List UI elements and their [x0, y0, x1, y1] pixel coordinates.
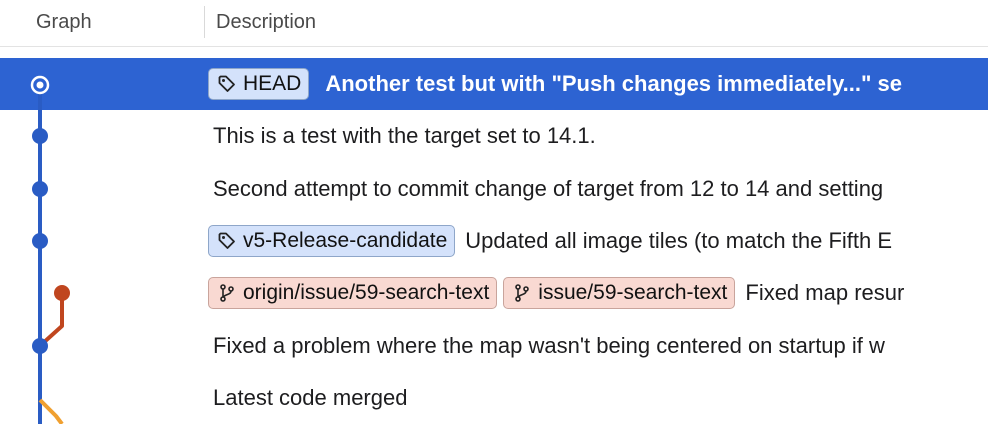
commit-row[interactable]: Fixed a problem where the map wasn't bei…: [0, 319, 988, 371]
commit-message: Updated all image tiles (to match the Fi…: [465, 228, 893, 254]
commit-message: This is a test with the target set to 14…: [213, 123, 596, 149]
column-header: Graph Description: [0, 0, 988, 47]
commit-message: Another test but with "Push changes imme…: [325, 71, 903, 97]
commit-row[interactable]: This is a test with the target set to 14…: [0, 110, 988, 162]
commit-description: Second attempt to commit change of targe…: [208, 163, 883, 215]
tag-badge[interactable]: HEAD: [208, 68, 310, 101]
graph-column-header[interactable]: Graph: [36, 11, 92, 34]
tag-label: v5-Release-candidate: [243, 229, 448, 253]
commit-message: Fixed map resur: [745, 280, 905, 306]
commit-message: Latest code merged: [213, 384, 408, 410]
commit-message: Second attempt to commit change of targe…: [213, 175, 884, 201]
tag-icon: [217, 74, 237, 94]
description-column-header[interactable]: Description: [216, 11, 316, 34]
commit-row[interactable]: v5-Release-candidate Updated all image t…: [0, 215, 988, 267]
commit-row[interactable]: Second attempt to commit change of targe…: [0, 163, 988, 215]
commit-row[interactable]: HEAD Another test but with "Push changes…: [0, 58, 988, 111]
commit-description: origin/issue/59-search-text issue/59-sea…: [208, 267, 904, 319]
commit-list: HEAD Another test but with "Push changes…: [0, 58, 988, 424]
commit-description: Fixed a problem where the map wasn't bei…: [208, 319, 885, 371]
branch-label: issue/59-search-text: [538, 281, 728, 305]
commit-description: v5-Release-candidate Updated all image t…: [208, 215, 892, 267]
branch-icon: [512, 283, 532, 303]
tag-icon: [217, 231, 237, 251]
tag-label: HEAD: [243, 72, 302, 96]
branch-icon: [217, 283, 237, 303]
commit-row[interactable]: origin/issue/59-search-text issue/59-sea…: [0, 267, 988, 319]
commit-row[interactable]: Latest code merged: [0, 372, 988, 424]
column-divider[interactable]: [204, 6, 205, 38]
commit-history-view: Graph Description HEAD Another test but …: [0, 0, 988, 424]
commit-description: HEAD Another test but with "Push changes…: [208, 58, 902, 110]
commit-description: Latest code merged: [208, 372, 407, 424]
branch-badge[interactable]: origin/issue/59-search-text: [208, 277, 498, 310]
branch-label: origin/issue/59-search-text: [243, 281, 490, 305]
commit-message: Fixed a problem where the map wasn't bei…: [213, 332, 885, 358]
branch-badge[interactable]: issue/59-search-text: [503, 277, 736, 310]
commit-description: This is a test with the target set to 14…: [208, 110, 596, 162]
tag-badge[interactable]: v5-Release-candidate: [208, 225, 456, 258]
